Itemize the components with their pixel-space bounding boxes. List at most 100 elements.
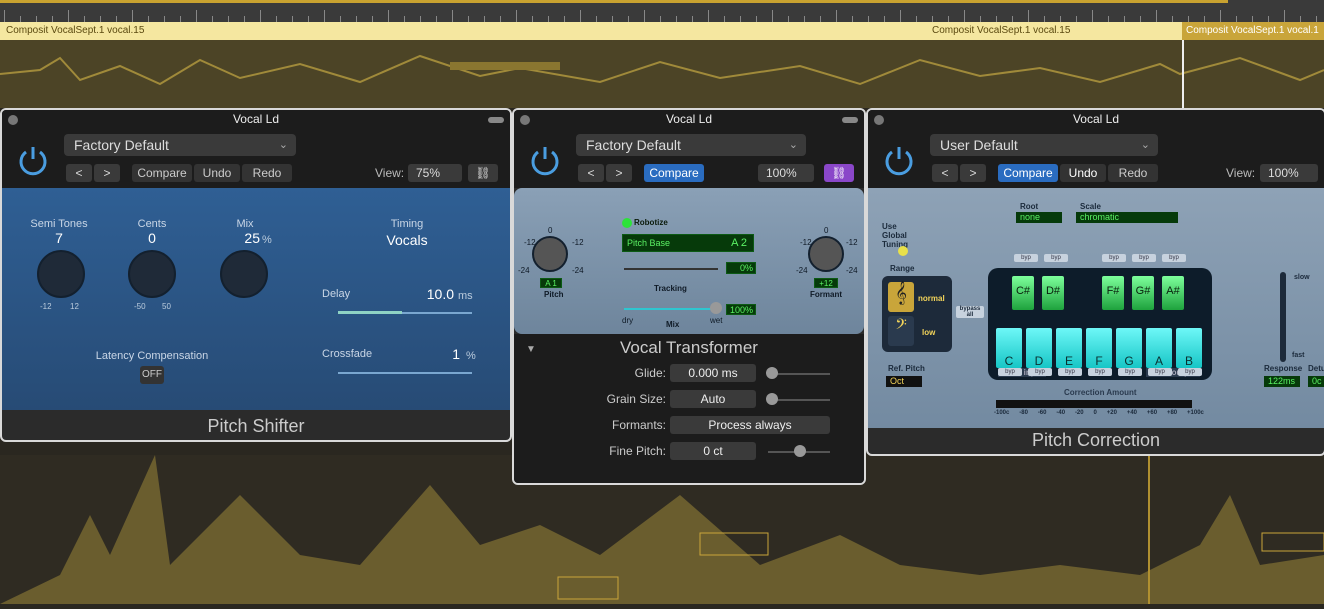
glide-slider[interactable]	[770, 373, 830, 375]
next-preset-button[interactable]: >	[94, 164, 120, 182]
scale-select[interactable]: chromatic	[1076, 212, 1178, 223]
byp-g-sharp[interactable]: byp	[1132, 254, 1156, 262]
fine-pitch-stepper[interactable]: 0 ct	[670, 442, 756, 460]
preset-name: Factory Default	[586, 137, 681, 153]
next-preset-button[interactable]: >	[606, 164, 632, 182]
mix-slider[interactable]	[624, 308, 716, 310]
region-header-selected[interactable]: Composit VocalSept.1 vocal.1	[1182, 22, 1324, 40]
close-icon[interactable]	[874, 115, 884, 125]
glide-slider-thumb[interactable]	[766, 367, 778, 379]
minimize-icon[interactable]	[842, 117, 858, 123]
mix-wet-label: wet	[710, 316, 723, 325]
root-select[interactable]: none	[1016, 212, 1062, 223]
grain-size-slider-thumb[interactable]	[766, 393, 778, 405]
robotize-toggle[interactable]	[622, 218, 632, 228]
key-g[interactable]: G	[1116, 328, 1142, 368]
crossfade-slider[interactable]	[338, 372, 472, 374]
vocal-transformer-window[interactable]: Vocal Ld Factory Default ⌄ < > Compare 10…	[512, 108, 866, 485]
byp-c[interactable]: byp	[998, 368, 1022, 376]
compare-button[interactable]: Compare	[644, 164, 704, 182]
close-icon[interactable]	[520, 115, 530, 125]
byp-a-sharp[interactable]: byp	[1162, 254, 1186, 262]
pitch-correction-window[interactable]: Vocal Ld User Default ⌄ < > Compare Undo …	[866, 108, 1324, 456]
fine-pitch-slider-thumb[interactable]	[794, 445, 806, 457]
key-d[interactable]: D	[1026, 328, 1052, 368]
prev-preset-button[interactable]: <	[66, 164, 92, 182]
prev-preset-button[interactable]: <	[932, 164, 958, 182]
semi-tones-knob[interactable]	[37, 250, 85, 298]
byp-f-sharp[interactable]: byp	[1102, 254, 1126, 262]
preset-menu[interactable]: Factory Default ⌄	[576, 134, 806, 156]
key-g-sharp[interactable]: G#	[1132, 276, 1154, 310]
view-size-select[interactable]: 75%	[408, 164, 462, 182]
use-global-tuning-toggle[interactable]	[898, 246, 908, 256]
response-fast-label: fast	[1292, 352, 1305, 359]
cents-knob[interactable]	[128, 250, 176, 298]
grain-size-slider[interactable]	[770, 399, 830, 401]
timing-select[interactable]: Vocals	[372, 232, 442, 248]
formant-knob[interactable]	[808, 236, 844, 272]
latency-toggle[interactable]: OFF	[140, 366, 164, 384]
audio-waveform-top[interactable]	[0, 40, 1324, 108]
region-name: Composit VocalSept.1 vocal.1	[1186, 25, 1319, 36]
ruler-tick	[1092, 10, 1093, 22]
undo-button[interactable]: Undo	[1060, 164, 1106, 182]
undo-button[interactable]: Undo	[194, 164, 240, 182]
byp-g[interactable]: byp	[1118, 368, 1142, 376]
region-header-strip[interactable]: Composit VocalSept.1 vocal.15 Composit V…	[0, 22, 1324, 40]
byp-c-sharp[interactable]: byp	[1014, 254, 1038, 262]
bass-clef-icon[interactable]: 𝄢	[888, 316, 914, 346]
ruler-tick	[516, 10, 517, 22]
pitch-value: A 1	[540, 278, 562, 288]
treble-clef-icon[interactable]: 𝄞	[888, 282, 914, 312]
bypass-all-button[interactable]: bypass all	[956, 306, 984, 318]
power-icon[interactable]	[882, 144, 916, 178]
byp-e[interactable]: byp	[1058, 368, 1082, 376]
glide-stepper[interactable]: 0.000 ms	[670, 364, 756, 382]
ref-pitch-select[interactable]: Oct	[886, 376, 922, 387]
key-a[interactable]: A	[1146, 328, 1172, 368]
next-preset-button[interactable]: >	[960, 164, 986, 182]
timeline-ruler[interactable]	[0, 0, 1324, 22]
pitch-knob[interactable]	[532, 236, 568, 272]
compare-button[interactable]: Compare	[132, 164, 192, 182]
byp-d[interactable]: byp	[1028, 368, 1052, 376]
key-f-sharp[interactable]: F#	[1102, 276, 1124, 310]
preset-menu[interactable]: User Default ⌄	[930, 134, 1158, 156]
key-c[interactable]: C	[996, 328, 1022, 368]
pitch-base-display[interactable]: Pitch Base A 2	[622, 234, 754, 252]
mix-slider-thumb[interactable]	[710, 302, 722, 314]
close-icon[interactable]	[8, 115, 18, 125]
mix-knob[interactable]	[220, 250, 268, 298]
redo-button[interactable]: Redo	[242, 164, 292, 182]
minimize-icon[interactable]	[488, 117, 504, 123]
redo-button[interactable]: Redo	[1108, 164, 1158, 182]
tracking-slider[interactable]	[624, 268, 718, 270]
response-slider[interactable]	[1280, 272, 1286, 362]
power-icon[interactable]	[528, 144, 562, 178]
key-b[interactable]: B	[1176, 328, 1202, 368]
link-icon[interactable]: ⛓	[824, 164, 854, 182]
key-a-sharp[interactable]: A#	[1162, 276, 1184, 310]
link-icon[interactable]: ⛓	[468, 164, 498, 182]
byp-a[interactable]: byp	[1148, 368, 1172, 376]
view-size-select[interactable]: 100%	[758, 164, 814, 182]
key-e[interactable]: E	[1056, 328, 1082, 368]
view-size-select[interactable]: 100%	[1260, 164, 1318, 182]
byp-f[interactable]: byp	[1088, 368, 1112, 376]
chevron-down-icon: ⌄	[278, 139, 288, 151]
compare-button[interactable]: Compare	[998, 164, 1058, 182]
key-c-sharp[interactable]: C#	[1012, 276, 1034, 310]
byp-d-sharp[interactable]: byp	[1044, 254, 1068, 262]
correction-amount-meter	[996, 400, 1192, 408]
prev-preset-button[interactable]: <	[578, 164, 604, 182]
power-icon[interactable]	[16, 144, 50, 178]
key-f[interactable]: F	[1086, 328, 1112, 368]
pitch-shifter-window[interactable]: Vocal Ld Factory Default ⌄ < > Compare Un…	[0, 108, 512, 442]
pitch-label: Pitch	[544, 290, 564, 299]
key-d-sharp[interactable]: D#	[1042, 276, 1064, 310]
grain-size-stepper[interactable]: Auto	[670, 390, 756, 408]
byp-b[interactable]: byp	[1178, 368, 1202, 376]
preset-menu[interactable]: Factory Default ⌄	[64, 134, 296, 156]
formants-select[interactable]: Process always	[670, 416, 830, 434]
